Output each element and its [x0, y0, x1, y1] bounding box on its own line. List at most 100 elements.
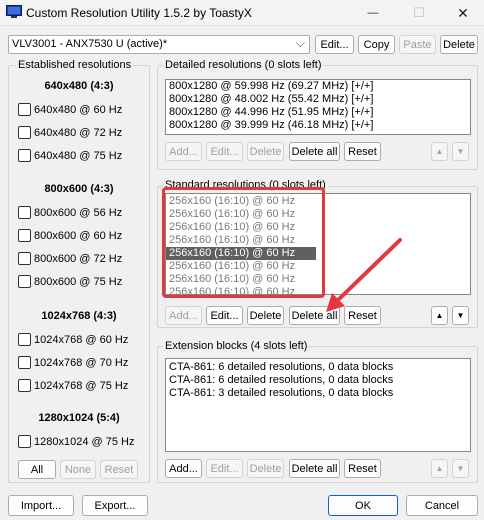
standard-reset-button[interactable]: Reset	[344, 306, 381, 325]
detailed-add-button[interactable]: Add...	[165, 142, 202, 161]
window-title: Custom Resolution Utility 1.5.2 by Toast…	[26, 6, 252, 20]
checkbox-label: 800x600 @ 75 Hz	[34, 275, 123, 288]
established-all-button[interactable]: All	[18, 460, 56, 479]
established-resolution-checkbox[interactable]: 1024x768 @ 60 Hz	[18, 333, 128, 346]
established-resolution-checkbox[interactable]: 800x600 @ 72 Hz	[18, 252, 122, 265]
export-button[interactable]: Export...	[82, 495, 148, 516]
arrow-down-icon: ▼	[456, 147, 465, 156]
annotation-highlight-box	[162, 187, 325, 298]
import-button[interactable]: Import...	[8, 495, 74, 516]
monitor-paste-button[interactable]: Paste	[399, 35, 436, 54]
established-resolutions-title: Established resolutions	[16, 59, 134, 71]
checkbox-icon[interactable]	[18, 126, 31, 139]
extension-move-up-button[interactable]: ▲	[431, 459, 448, 478]
checkbox-label: 800x600 @ 72 Hz	[34, 252, 123, 265]
extension-add-button[interactable]: Add...	[165, 459, 202, 478]
chevron-down-icon: ⌵	[295, 36, 305, 50]
maximize-icon: ☐	[413, 5, 425, 20]
monitor-delete-button[interactable]: Delete	[440, 35, 478, 54]
detailed-edit-button[interactable]: Edit...	[206, 142, 243, 161]
established-resolution-checkbox[interactable]: 800x600 @ 60 Hz	[18, 229, 122, 242]
list-item[interactable]: CTA-861: 6 detailed resolutions, 0 data …	[166, 374, 470, 387]
established-section-heading: 1280x1024 (5:4)	[38, 412, 120, 424]
checkbox-label: 1280x1024 @ 75 Hz	[34, 435, 135, 448]
extension-reset-button[interactable]: Reset	[344, 459, 381, 478]
established-resolution-checkbox[interactable]: 1280x1024 @ 75 Hz	[18, 435, 134, 448]
checkbox-icon[interactable]	[18, 252, 31, 265]
established-section-heading: 1024x768 (4:3)	[41, 310, 117, 322]
arrow-down-icon: ▼	[456, 311, 465, 320]
established-resolution-checkbox[interactable]: 800x600 @ 75 Hz	[18, 275, 122, 288]
monitor-dropdown-value: VLV3001 - ANX7530 U (active)*	[12, 38, 168, 50]
arrow-up-icon: ▲	[435, 464, 444, 473]
extension-blocks-title: Extension blocks (4 slots left)	[163, 340, 310, 352]
minimize-button[interactable]: —	[350, 0, 396, 26]
standard-move-up-button[interactable]: ▲	[431, 306, 448, 325]
minimize-icon: —	[367, 7, 379, 19]
established-resolution-checkbox[interactable]: 1024x768 @ 75 Hz	[18, 379, 128, 392]
detailed-resolutions-list[interactable]: 800x1280 @ 59.998 Hz (69.27 MHz) [+/+] 80…	[165, 79, 471, 135]
checkbox-icon[interactable]	[18, 356, 31, 369]
checkbox-label: 800x600 @ 56 Hz	[34, 206, 123, 219]
ok-button[interactable]: OK	[328, 495, 398, 516]
checkbox-icon[interactable]	[18, 435, 31, 448]
checkbox-icon[interactable]	[18, 206, 31, 219]
close-icon: ✕	[457, 4, 469, 21]
extension-blocks-list[interactable]: CTA-861: 6 detailed resolutions, 0 data …	[165, 358, 471, 452]
established-resolution-checkbox[interactable]: 1024x768 @ 70 Hz	[18, 356, 128, 369]
checkbox-label: 640x480 @ 75 Hz	[34, 149, 123, 162]
checkbox-icon[interactable]	[18, 149, 31, 162]
list-item[interactable]: CTA-861: 6 detailed resolutions, 0 data …	[166, 361, 470, 374]
list-item[interactable]: CTA-861: 3 detailed resolutions, 0 data …	[166, 387, 470, 400]
detailed-move-down-button[interactable]: ▼	[452, 142, 469, 161]
monitor-dropdown[interactable]: VLV3001 - ANX7530 U (active)* ⌵	[8, 35, 310, 54]
established-none-button[interactable]: None	[60, 460, 96, 479]
checkbox-icon[interactable]	[18, 333, 31, 346]
detailed-reset-button[interactable]: Reset	[344, 142, 381, 161]
established-resolution-checkbox[interactable]: 800x600 @ 56 Hz	[18, 206, 122, 219]
arrow-up-icon: ▲	[435, 147, 444, 156]
detailed-delete-button[interactable]: Delete	[247, 142, 284, 161]
title-bar: Custom Resolution Utility 1.5.2 by Toast…	[0, 0, 484, 26]
monitor-edit-button[interactable]: Edit...	[315, 35, 354, 54]
established-resolution-checkbox[interactable]: 640x480 @ 72 Hz	[18, 126, 122, 139]
standard-add-button[interactable]: Add...	[165, 306, 202, 325]
arrow-down-icon: ▼	[456, 464, 465, 473]
extension-move-down-button[interactable]: ▼	[452, 459, 469, 478]
checkbox-icon[interactable]	[18, 379, 31, 392]
checkbox-label: 1024x768 @ 70 Hz	[34, 356, 129, 369]
standard-move-down-button[interactable]: ▼	[452, 306, 469, 325]
extension-delete-all-button[interactable]: Delete all	[289, 459, 340, 478]
maximize-button[interactable]: ☐	[396, 0, 442, 26]
standard-delete-all-button[interactable]: Delete all	[289, 306, 340, 325]
arrow-up-icon: ▲	[435, 311, 444, 320]
checkbox-icon[interactable]	[18, 275, 31, 288]
detailed-move-up-button[interactable]: ▲	[431, 142, 448, 161]
detailed-delete-all-button[interactable]: Delete all	[289, 142, 340, 161]
extension-edit-button[interactable]: Edit...	[206, 459, 243, 478]
established-resolution-checkbox[interactable]: 640x480 @ 75 Hz	[18, 149, 122, 162]
established-reset-button[interactable]: Reset	[100, 460, 138, 479]
list-item[interactable]: 800x1280 @ 39.999 Hz (46.18 MHz) [+/+]	[166, 119, 470, 132]
list-item[interactable]: 800x1280 @ 44.996 Hz (51.95 MHz) [+/+]	[166, 106, 470, 119]
checkbox-label: 1024x768 @ 75 Hz	[34, 379, 129, 392]
list-item[interactable]: 800x1280 @ 59.998 Hz (69.27 MHz) [+/+]	[166, 80, 470, 93]
detailed-resolutions-title: Detailed resolutions (0 slots left)	[163, 59, 324, 71]
established-section-heading: 640x480 (4:3)	[44, 80, 114, 92]
checkbox-icon[interactable]	[18, 229, 31, 242]
checkbox-icon[interactable]	[18, 103, 31, 116]
checkbox-label: 640x480 @ 72 Hz	[34, 126, 123, 139]
app-monitor-icon	[6, 5, 22, 18]
standard-edit-button[interactable]: Edit...	[206, 306, 243, 325]
close-button[interactable]: ✕	[440, 0, 484, 26]
checkbox-label: 1024x768 @ 60 Hz	[34, 333, 129, 346]
checkbox-label: 800x600 @ 60 Hz	[34, 229, 123, 242]
standard-delete-button[interactable]: Delete	[247, 306, 284, 325]
list-item[interactable]: 800x1280 @ 48.002 Hz (55.42 MHz) [+/+]	[166, 93, 470, 106]
checkbox-label: 640x480 @ 60 Hz	[34, 103, 123, 116]
cancel-button[interactable]: Cancel	[406, 495, 478, 516]
extension-delete-button[interactable]: Delete	[247, 459, 284, 478]
established-resolution-checkbox[interactable]: 640x480 @ 60 Hz	[18, 103, 122, 116]
established-section-heading: 800x600 (4:3)	[44, 183, 114, 195]
monitor-copy-button[interactable]: Copy	[358, 35, 395, 54]
